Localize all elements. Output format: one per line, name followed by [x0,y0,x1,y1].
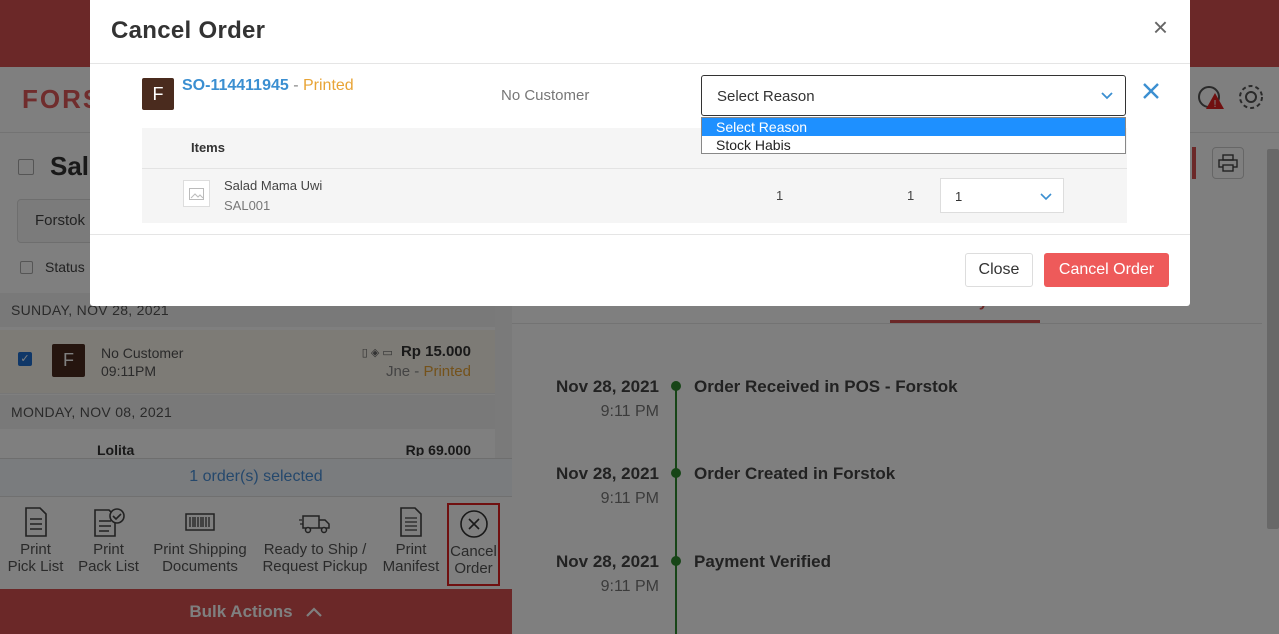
item-name: Salad Mama Uwi [224,178,323,193]
customer-name: No Customer [501,87,590,104]
cancel-order-button[interactable]: Cancel Order [1044,253,1169,287]
item-qty-available: 1 [907,188,915,203]
cancel-qty-value: 1 [955,189,963,204]
modal-close-icon[interactable]: × [1153,14,1168,40]
remove-order-icon[interactable] [1142,82,1160,105]
app-root: FORS ! Sal Forstok Status SUNDAY, NOV 28… [0,0,1279,634]
cancel-reason-select[interactable]: Select Reason [701,75,1126,116]
divider [90,63,1190,64]
chevron-down-icon [1101,92,1113,100]
order-identity: SO-114411945 - Printed [182,77,354,95]
chevron-down-icon [1040,193,1052,201]
items-column-header: Items [191,140,225,155]
order-separator: - [288,77,303,94]
reason-select-value: Select Reason [717,88,815,105]
cancel-order-modal: Cancel Order × F SO-114411945 - Printed … [90,0,1190,306]
image-placeholder-icon [183,180,210,207]
order-status: Printed [302,77,354,94]
cancel-qty-select[interactable]: 1 [940,178,1064,213]
modal-title: Cancel Order [111,17,266,44]
order-number-link[interactable]: SO-114411945 [182,77,289,94]
channel-avatar: F [142,78,174,110]
divider [90,234,1190,235]
reason-option-stock-habis[interactable]: Stock Habis [702,136,1125,154]
close-button[interactable]: Close [965,253,1033,287]
divider [142,168,1127,169]
item-sku: SAL001 [224,198,271,213]
reason-dropdown-list: Select Reason Stock Habis [701,117,1126,154]
reason-option-select-reason[interactable]: Select Reason [702,118,1125,136]
item-qty-ordered: 1 [776,188,784,203]
